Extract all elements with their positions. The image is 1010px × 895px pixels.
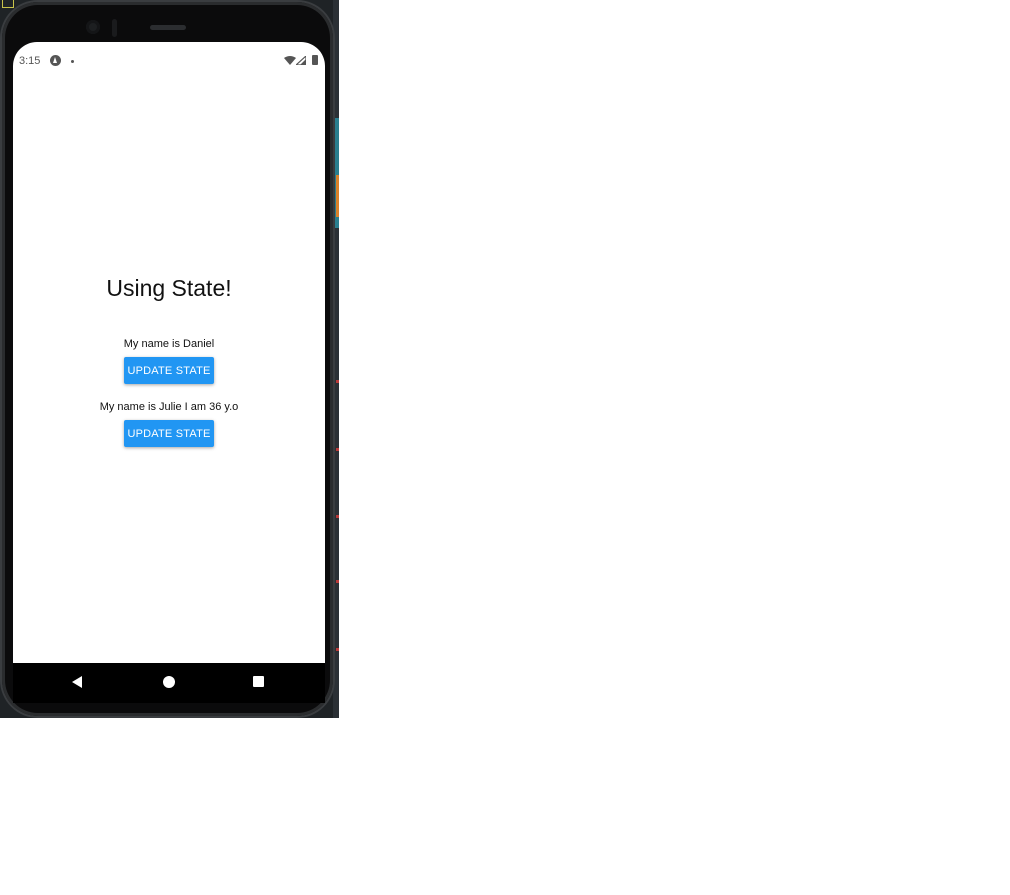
person-1-text: My name is Daniel — [123, 338, 215, 350]
wifi-icon — [284, 56, 296, 65]
update-state-button-2[interactable]: UPDATE STATE — [124, 420, 214, 447]
status-bar: 3:15 — [13, 42, 325, 80]
earpiece-speaker — [150, 25, 186, 30]
status-time: 3:15 — [19, 55, 41, 67]
home-icon[interactable] — [163, 676, 175, 688]
battery-icon — [312, 55, 318, 65]
emulator-side-marker — [336, 175, 339, 217]
device-screen: 3:15 Using State! My name is Daniel UPDA… — [13, 42, 325, 702]
emulator-side-tick — [336, 380, 339, 383]
emulator-side-panel — [333, 0, 339, 718]
emulator-side-tick — [336, 648, 339, 651]
emulator-toolbar-icon — [2, 0, 14, 8]
cell-signal-icon — [296, 56, 306, 65]
emulator-side-tick — [336, 448, 339, 451]
recents-icon[interactable] — [253, 676, 264, 687]
back-icon[interactable] — [72, 676, 82, 688]
navigation-bar — [13, 663, 325, 703]
notification-dot-icon — [71, 60, 74, 63]
front-camera — [86, 20, 100, 34]
person-2-text: My name is Julie I am 36 y.o — [99, 401, 239, 413]
update-state-button-1[interactable]: UPDATE STATE — [124, 357, 214, 384]
page-title: Using State! — [106, 275, 232, 301]
app-notification-icon — [50, 55, 61, 66]
proximity-sensor — [112, 19, 117, 37]
emulator-side-tick — [336, 515, 339, 518]
emulator-side-tick — [336, 580, 339, 583]
